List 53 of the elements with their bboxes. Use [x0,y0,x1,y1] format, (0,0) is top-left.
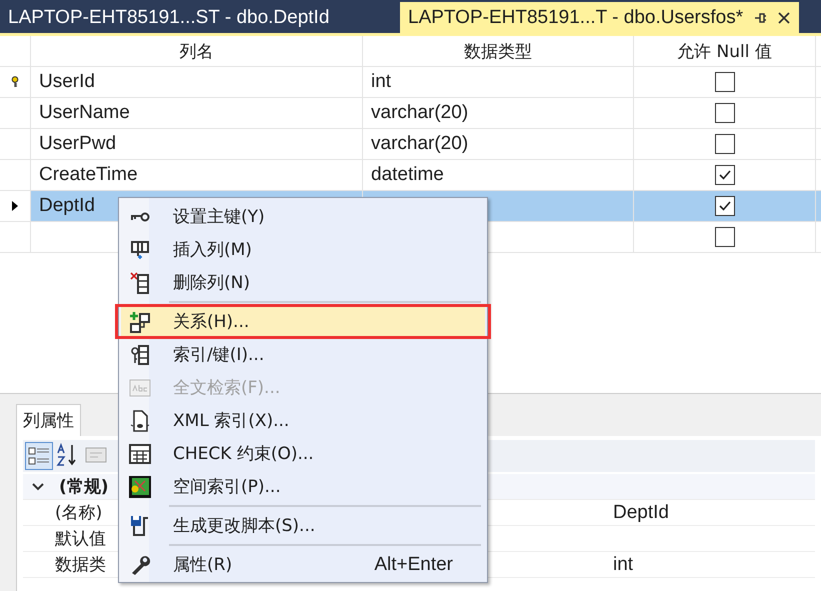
menu-item[interactable]: XML 索引(X)... [121,404,485,437]
column-header[interactable]: 数据类型 [363,36,634,66]
column-header[interactable]: 允许 Null 值 [634,36,816,66]
table-cell: CreateTime [39,164,138,186]
save-script-icon [129,514,151,536]
table-cell: datetime [371,164,444,186]
categorized-icon[interactable] [25,442,53,470]
menu-item[interactable]: 空间索引(P)... [121,470,485,503]
check-icon [718,168,732,182]
index-key-icon [130,344,150,366]
menu-item[interactable]: 删除列(N) [121,266,485,299]
menu-item[interactable]: 插入列(M) [121,233,485,266]
table-cell: UserName [39,102,130,124]
pin-icon[interactable] [753,10,768,24]
chevron-icon[interactable] [31,482,45,492]
checkbox[interactable] [714,72,734,92]
spatial-index-icon [129,476,151,498]
delete-column-icon [130,272,150,294]
property-name: (名称) [55,503,102,523]
key-icon [130,212,150,222]
table-cell: varchar(20) [371,133,468,155]
property-value: DeptId [613,502,669,522]
checkbox[interactable] [714,227,734,247]
table-grid-icon [129,444,151,464]
menu-item[interactable]: 生成更改脚本(S)... [121,509,485,542]
menu-item[interactable]: 设置主键(Y) [121,200,485,233]
properties-tab[interactable]: 列属性 [16,404,81,436]
property-name: 数据类 [55,555,106,575]
table-cell: varchar(20) [371,102,468,124]
table-cell: DeptId [39,195,95,217]
document-tab[interactable]: LAPTOP-EHT85191...T - dbo.Usersfos* [400,2,800,33]
category-label: (常规) [59,476,109,498]
checkbox[interactable] [714,165,734,185]
menu-item[interactable]: CHECK 约束(O)... [121,437,485,470]
menu-item[interactable]: 属性(R) Alt+Enter [121,548,485,581]
menu-item[interactable]: 索引/键(I)... [121,338,485,371]
checkbox[interactable] [714,196,734,216]
column-header[interactable]: 列名 [31,36,363,66]
close-icon[interactable] [777,10,792,24]
property-value: int [613,554,634,574]
document-tab[interactable]: LAPTOP-EHT85191...ST - dbo.DeptId [0,2,390,33]
table-cell: UserPwd [39,133,116,155]
property-name: 默认值 [55,529,106,549]
row-header[interactable] [0,191,31,221]
document-icon [130,410,150,432]
full-text-icon [129,378,151,398]
checkbox[interactable] [714,103,734,123]
check-icon [718,199,732,213]
relationship-icon [129,310,151,332]
checkbox[interactable] [714,134,734,154]
table-cell: UserId [39,71,95,93]
insert-column-icon [130,240,150,260]
table-cell: int [371,71,392,93]
